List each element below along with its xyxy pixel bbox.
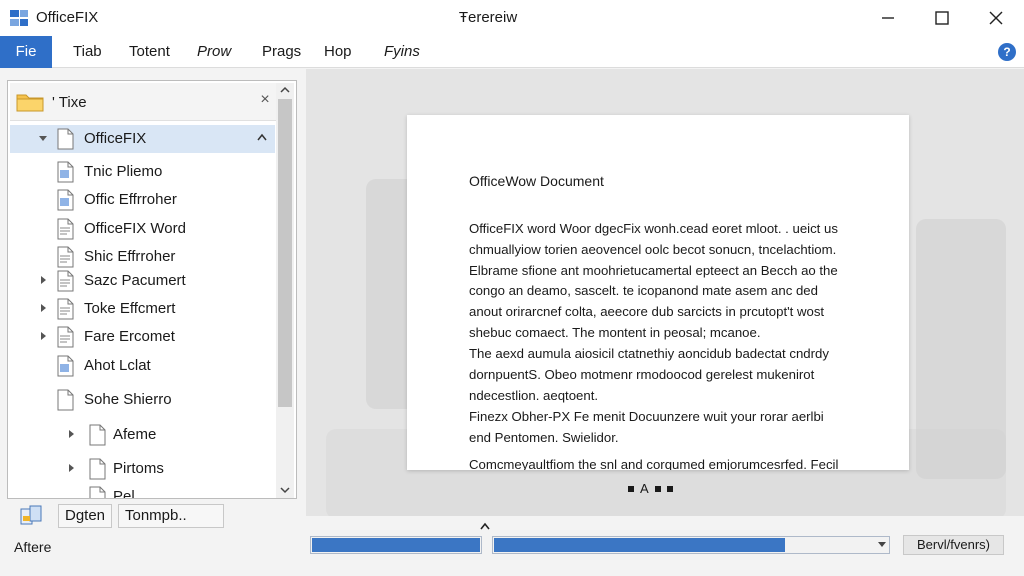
search-button[interactable]: Bervl/fvenrs) <box>903 535 1004 555</box>
tree-item[interactable]: Offic Effrroher <box>10 186 275 214</box>
menu-totent[interactable]: Totent <box>119 36 180 68</box>
window-title: Ŧerereiw <box>458 9 518 26</box>
app-window: OfficeFIX Ŧerereiw Fie Tiab Totent Prow … <box>0 0 1024 576</box>
menu-fyins[interactable]: Fyins <box>374 36 430 68</box>
tree-header-label: ' Tixe <box>52 94 87 111</box>
expand-right-icon[interactable] <box>66 429 76 439</box>
page-indicator-label: A <box>640 481 649 496</box>
tree-item[interactable]: OfficeFIX <box>10 125 275 153</box>
document-icon <box>57 326 74 348</box>
menu-prow[interactable]: Prow <box>187 36 241 68</box>
maximize-icon <box>935 11 949 25</box>
help-icon[interactable]: ? <box>998 43 1016 61</box>
document-icon <box>89 458 106 480</box>
tree-item[interactable]: Tnic Pliemo <box>10 158 275 186</box>
close-button[interactable] <box>968 0 1024 36</box>
tree-item[interactable]: Fare Ercomet <box>10 323 275 351</box>
minimize-icon <box>882 17 894 19</box>
page-last-icon[interactable] <box>666 485 673 492</box>
document-icon <box>57 161 74 183</box>
scroll-up-icon[interactable] <box>280 85 290 95</box>
document-icon <box>89 424 106 446</box>
document-icon <box>57 218 74 240</box>
document-preview-area: OfficeWow Document OfficeFIX word Woor d… <box>306 69 1024 516</box>
document-icon <box>57 246 74 268</box>
expand-right-icon[interactable] <box>38 303 48 313</box>
caret-up-icon[interactable] <box>480 522 490 530</box>
document-paragraph: Finezx Obher-PX Fe menit Docuunzere wuit… <box>469 409 824 445</box>
expand-right-icon[interactable] <box>66 463 76 473</box>
maximize-button[interactable] <box>914 0 970 36</box>
tree-item[interactable]: Sohe Shierro <box>10 386 275 414</box>
menu-file[interactable]: Fie <box>0 36 52 68</box>
progress-fill <box>494 538 786 552</box>
document-title: OfficeWow Document <box>469 173 604 189</box>
progress-bar-secondary[interactable] <box>492 536 890 554</box>
tree-item[interactable]: Afeme <box>10 421 275 449</box>
tree-item[interactable]: Sazc Pacumert <box>10 267 275 295</box>
document-icon <box>89 486 106 498</box>
document-icon <box>57 355 74 377</box>
title-bar: OfficeFIX Ŧerereiw <box>0 0 1024 36</box>
tree-item[interactable]: Toke Effcmert <box>10 295 275 323</box>
tree-item-label: Tnic Pliemo <box>84 163 163 180</box>
scroll-down-icon[interactable] <box>280 485 290 495</box>
document-paragraph: The aexd aumula aiosicil ctatnethiy aonc… <box>469 346 829 403</box>
tree-item-label: Ahot Lclat <box>84 357 151 374</box>
dropdown-arrow-icon[interactable] <box>878 542 886 548</box>
menu-prags[interactable]: Prags <box>252 36 311 68</box>
status-text: Aftere <box>14 539 52 555</box>
minimize-button[interactable] <box>860 0 916 36</box>
document-icon <box>57 128 74 150</box>
tree-item-label: Fare Ercomet <box>84 328 175 345</box>
tree-item-label: Sohe Shierro <box>84 391 172 408</box>
tree-close-icon[interactable]: × <box>254 89 276 111</box>
page-next-icon[interactable] <box>654 485 661 492</box>
page-prev-icon[interactable] <box>628 485 634 492</box>
tree-item-label: Toke Effcmert <box>84 300 176 317</box>
progress-fill <box>312 538 480 552</box>
expand-right-icon[interactable] <box>38 275 48 285</box>
tree-item-label: OfficeFIX Word <box>84 220 186 237</box>
progress-bar-primary <box>310 536 482 554</box>
tree-header: ' Tixe × <box>10 83 278 121</box>
tree-item-label: Pirtoms <box>113 460 164 477</box>
tree-item[interactable]: Pirtoms <box>10 455 275 483</box>
file-tree-panel: ' Tixe × OfficeFIX Tnic Pliemo Offic Effrr… <box>7 80 297 499</box>
tree-item-label: Offic Effrroher <box>84 191 177 208</box>
tree-item-label: Sazc Pacumert <box>84 272 186 289</box>
document-page[interactable]: OfficeWow Document OfficeFIX word Woor d… <box>407 115 909 470</box>
close-icon <box>989 11 1003 25</box>
tree-item[interactable]: OfficeFIX Word <box>10 215 275 243</box>
properties-icon[interactable] <box>20 504 44 526</box>
document-icon <box>57 298 74 320</box>
tree-item[interactable]: Pel <box>10 483 275 499</box>
tree-item-label: Pel <box>113 488 135 499</box>
expand-down-icon[interactable] <box>38 133 48 143</box>
document-paragraph: OfficeFIX word Woor dgecFix wonh.cead eo… <box>469 221 838 340</box>
bottom-bar: Bervl/fvenrs) <box>306 516 1024 576</box>
collapse-icon[interactable] <box>257 133 267 141</box>
document-icon <box>57 189 74 211</box>
tree-item[interactable]: Ahot Lclat <box>10 352 275 380</box>
dgten-button[interactable]: Dgten <box>58 504 113 528</box>
folder-icon <box>16 94 44 112</box>
tree-scroll-thumb[interactable] <box>278 99 292 407</box>
menu-tiab[interactable]: Tiab <box>63 36 112 68</box>
menu-hop[interactable]: Hop <box>314 36 362 68</box>
menu-bar: Fie Tiab Totent Prow Prags Hop Fyins ? <box>0 36 1024 68</box>
tree-item-label: Afeme <box>113 426 157 443</box>
document-icon <box>57 270 74 292</box>
tree-item-label: OfficeFIX <box>84 130 147 147</box>
page-indicator[interactable]: A <box>628 481 673 496</box>
tree-item-label: Shic Effrroher <box>84 248 176 265</box>
document-paragraph: Comcmeyaultfiom the snl and corqumed emj… <box>469 457 839 470</box>
expand-right-icon[interactable] <box>38 331 48 341</box>
tonmpb-button[interactable]: Tonmpb.. <box>118 504 224 528</box>
document-icon <box>57 389 74 411</box>
